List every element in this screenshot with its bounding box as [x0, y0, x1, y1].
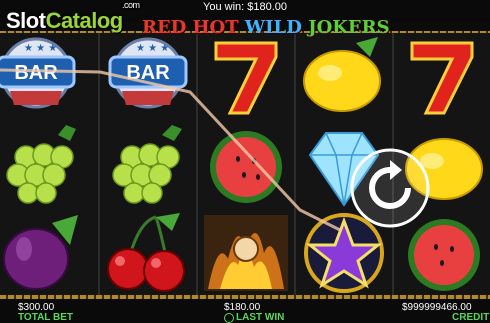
total-bet-label[interactable]: TOTAL BET	[18, 312, 73, 323]
info-icon[interactable]	[224, 313, 234, 323]
respin-button[interactable]	[350, 148, 430, 228]
watermark-slot: Slot	[6, 8, 46, 33]
last-win-label: LAST WIN	[236, 312, 285, 323]
title-jokers: JOKERS	[308, 17, 390, 38]
slotcatalog-watermark: SlotCatalog .com	[6, 0, 140, 34]
title-wild: WILD	[244, 17, 309, 38]
game-title: RED HOT WILD JOKERS	[142, 17, 390, 38]
watermark-catalog: Catalog	[45, 8, 124, 33]
title-red-hot: RED HOT	[142, 17, 245, 38]
bottom-bar: $300.00 TOTAL BET $180.00 LAST WIN $9999…	[0, 299, 490, 323]
refresh-icon	[350, 148, 430, 228]
credit-label: CREDIT	[452, 312, 490, 323]
watermark-com: .com	[122, 0, 140, 10]
